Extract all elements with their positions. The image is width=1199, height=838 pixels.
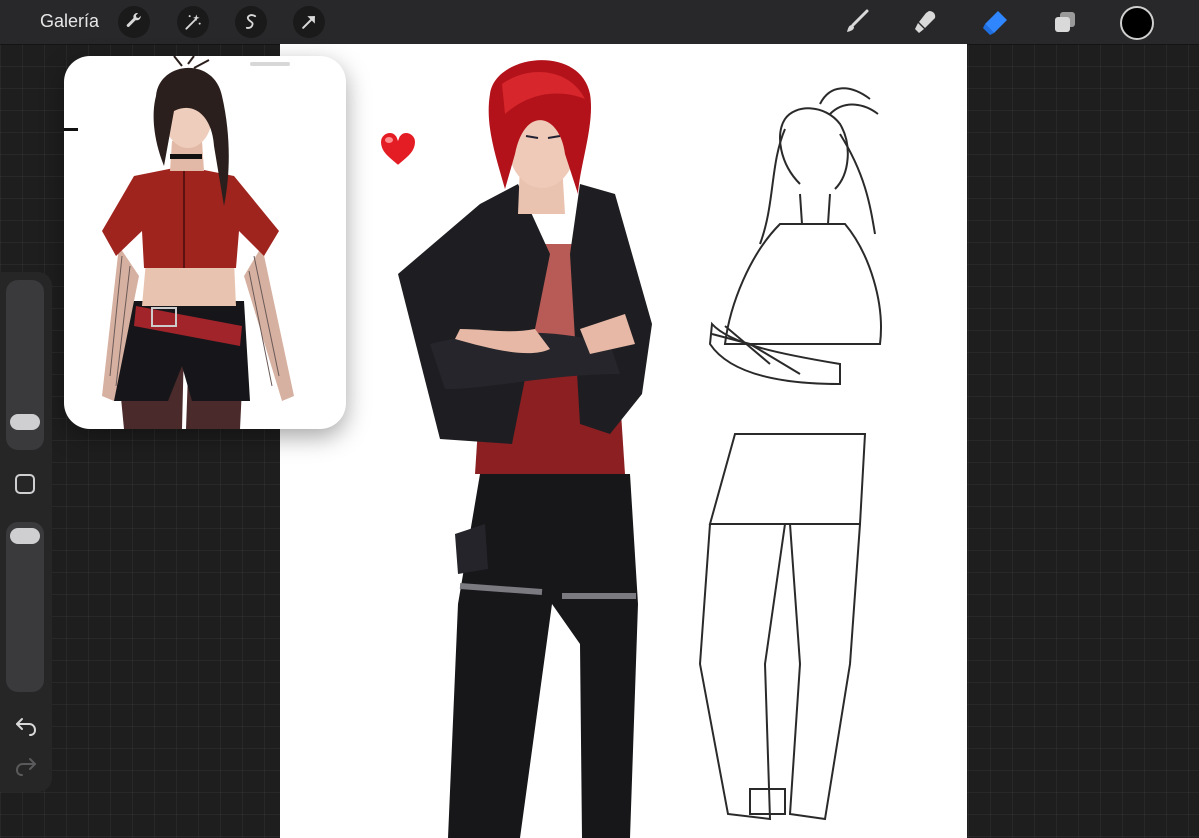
magic-wand-icon (185, 14, 201, 30)
eraser-icon (983, 11, 1007, 35)
wrench-icon (126, 13, 141, 27)
eraser-tool-button[interactable] (978, 6, 1012, 38)
transform-button[interactable] (293, 6, 325, 38)
colored-character-figure (398, 60, 652, 838)
adjustments-button[interactable] (177, 6, 209, 38)
sketch-character-figure (698, 87, 882, 821)
layers-icon (1055, 12, 1075, 32)
selection-icon (245, 14, 257, 29)
undo-button[interactable] (12, 712, 40, 740)
brush-size-slider[interactable] (6, 280, 44, 450)
smudge-tool-button[interactable] (908, 6, 942, 38)
redo-button[interactable] (12, 752, 40, 780)
layers-button[interactable] (1048, 6, 1082, 38)
redo-icon (15, 758, 36, 776)
selection-button[interactable] (235, 6, 267, 38)
reference-image (102, 56, 294, 429)
reference-drag-handle[interactable] (250, 62, 290, 66)
opacity-handle[interactable] (10, 528, 40, 544)
brush-icon (847, 9, 869, 32)
left-sidebar (0, 272, 52, 792)
heart-sticker (378, 130, 418, 168)
top-toolbar: Galería (0, 0, 1199, 44)
undo-icon (16, 718, 37, 736)
stray-stroke (64, 128, 78, 131)
brush-tool-button[interactable] (840, 6, 874, 38)
move-arrow-icon (302, 16, 315, 29)
smudge-icon (915, 11, 936, 33)
actions-button[interactable] (118, 6, 150, 38)
reference-window[interactable] (64, 56, 346, 429)
opacity-slider[interactable] (6, 522, 44, 692)
gallery-button[interactable]: Galería (40, 11, 99, 32)
color-picker-button[interactable] (1120, 6, 1154, 40)
modify-button[interactable] (15, 474, 35, 494)
brush-size-handle[interactable] (10, 414, 40, 430)
